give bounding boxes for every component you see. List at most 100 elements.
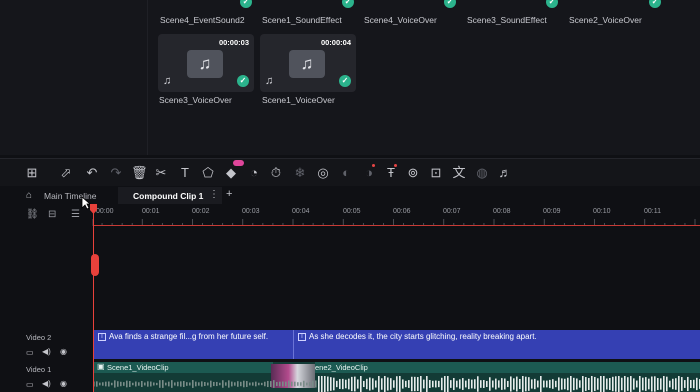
waveform-bar <box>546 380 548 388</box>
eye-icon[interactable]: ◉ <box>60 347 67 356</box>
waveform-bar <box>468 378 470 390</box>
waveform-bar <box>360 376 362 392</box>
folder-icon[interactable]: ▭ <box>26 380 34 389</box>
waveform-bar <box>525 376 527 392</box>
waveform-bar <box>612 376 614 392</box>
text-clip[interactable]: T As she decodes it, the city starts gli… <box>293 330 700 359</box>
speaker-icon[interactable]: ◀) <box>42 347 51 356</box>
waveform-bar <box>426 376 428 392</box>
timeline-canvas[interactable] <box>93 226 700 330</box>
tab-compound-label[interactable]: Compound Clip 1 <box>133 191 203 201</box>
mask-icon[interactable]: ◐ <box>338 165 354 181</box>
waveform-bar <box>375 380 377 388</box>
eye-icon[interactable]: ◉ <box>60 379 67 388</box>
media-label[interactable]: Scene1_SoundEffect <box>262 15 342 25</box>
tick-label: 00:06 <box>393 208 411 215</box>
color-icon[interactable]: ◍ <box>474 165 490 181</box>
waveform-bar <box>132 382 134 386</box>
waveform-bar <box>201 381 203 387</box>
waveform-bar <box>390 378 392 390</box>
track-settings-icon[interactable]: ☰ <box>71 209 80 220</box>
video-clip[interactable]: Scene1_VideoClip <box>93 362 273 373</box>
waveform-bar <box>429 379 431 389</box>
tick-label: 00:07 <box>443 208 461 215</box>
media-label[interactable]: Scene2_VoiceOver <box>569 15 642 25</box>
waveform-bar <box>498 380 500 388</box>
waveform-bar <box>516 376 518 392</box>
check-icon: ✓ <box>444 0 456 8</box>
waveform-bar <box>222 380 224 388</box>
waveform-bar <box>384 376 386 392</box>
waveform-bar <box>357 379 359 389</box>
waveform-bar <box>597 378 599 390</box>
snap-icon[interactable]: ⊟ <box>48 209 56 220</box>
waveform-bar <box>363 380 365 388</box>
waveform-bar <box>135 381 137 387</box>
layout-icon[interactable]: ⊞ <box>24 165 40 181</box>
keyframe-icon[interactable]: ◆ <box>223 165 239 181</box>
audio-sync-icon[interactable]: ♬ <box>497 165 513 181</box>
translate-icon[interactable]: 文 <box>451 165 467 181</box>
link-icon[interactable]: ⛓ <box>26 209 39 220</box>
waveform-bar <box>264 381 266 387</box>
select-icon[interactable]: ⬀ <box>58 165 74 181</box>
time-ruler[interactable]: 00:00 00:01 00:02 00:03 00:04 00:05 00:0… <box>92 204 700 226</box>
stabilize-icon[interactable]: ⊡ <box>428 165 444 181</box>
waveform-bar <box>270 381 272 387</box>
waveform-bar <box>399 376 401 392</box>
waveform-bar <box>102 382 104 386</box>
ai-voice-icon[interactable]: Ŧ <box>383 165 399 181</box>
ai-icon[interactable]: ◎ <box>315 165 331 181</box>
video-clip[interactable]: ene2_VideoClip <box>315 362 700 373</box>
add-tab-button[interactable]: + <box>226 188 232 200</box>
text-clip[interactable]: T Ava finds a strange fil...g from her f… <box>93 330 293 359</box>
video-clip-label: ene2_VideoClip <box>315 363 368 372</box>
speaker-icon[interactable]: ◀) <box>42 379 51 388</box>
waveform-bar <box>330 377 332 391</box>
waveform-bar <box>414 376 416 392</box>
waveform-bar <box>186 382 188 386</box>
speed-icon[interactable]: ◔ <box>246 165 262 181</box>
waveform-bar <box>273 380 275 388</box>
waveform-bar <box>117 381 119 387</box>
waveform-bar <box>195 381 197 387</box>
timer-icon[interactable]: ⏱ <box>268 165 284 181</box>
waveform-bar <box>279 381 281 387</box>
freeze-icon[interactable]: ❄ <box>292 165 308 181</box>
media-label[interactable]: Scene3_SoundEffect <box>467 15 547 25</box>
waveform-bar <box>513 378 515 390</box>
waveform-bar <box>480 380 482 388</box>
waveform-bar <box>180 381 182 387</box>
waveform-bar <box>567 377 569 391</box>
crop-icon[interactable]: ⬠ <box>200 165 216 181</box>
folder-icon[interactable]: ▭ <box>26 348 34 357</box>
waveform-bar <box>339 379 341 389</box>
waveform-bar <box>660 378 662 390</box>
more-icon[interactable]: ⋮ <box>209 189 219 200</box>
waveform-bar <box>381 378 383 390</box>
undo-icon[interactable]: ↶ <box>84 165 100 181</box>
waveform-bar <box>510 376 512 392</box>
waveform-bar <box>417 377 419 391</box>
home-icon[interactable]: ⌂ <box>26 190 32 201</box>
waveform-bar <box>387 377 389 391</box>
waveform-bar <box>558 377 560 391</box>
waveform-bar <box>321 376 323 392</box>
waveform-bar <box>171 380 173 388</box>
media-tile[interactable]: 00:00:03 ♫ ♫ ✓ <box>158 34 254 92</box>
waveform-bar <box>237 381 239 387</box>
text-icon[interactable]: T <box>177 165 193 181</box>
media-label[interactable]: Scene4_EventSound2 <box>160 15 245 25</box>
redo-icon[interactable]: ↷ <box>108 165 124 181</box>
delete-icon[interactable]: 🗑︎ <box>131 165 148 181</box>
tts-icon[interactable]: ⊚ <box>405 165 421 181</box>
waveform-bar <box>252 382 254 386</box>
playhead[interactable] <box>93 204 94 392</box>
media-label[interactable]: Scene4_VoiceOver <box>364 15 437 25</box>
media-tile[interactable]: 00:00:04 ♫ ♫ ✓ <box>260 34 356 92</box>
cut-icon[interactable]: ✂ <box>153 165 169 181</box>
color-match-icon[interactable]: ◑ <box>361 165 377 181</box>
waveform-bar <box>303 380 305 388</box>
waveform-bar <box>396 376 398 392</box>
waveform-bar <box>645 377 647 391</box>
